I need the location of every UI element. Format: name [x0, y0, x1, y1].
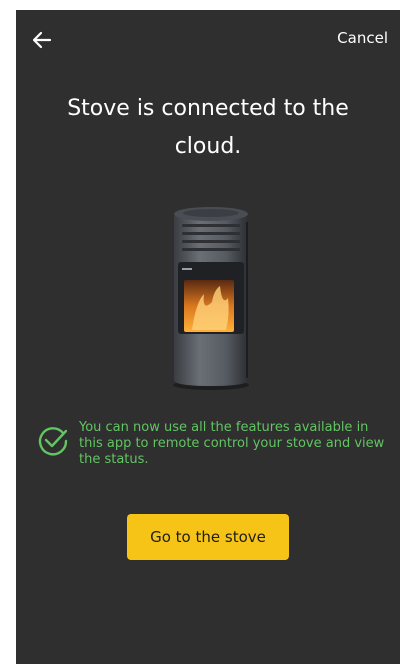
arrow-left-icon	[32, 31, 52, 49]
status-message: You can now use all the features availab…	[79, 420, 385, 467]
go-to-stove-button[interactable]: Go to the stove	[127, 514, 289, 560]
back-button[interactable]	[28, 26, 56, 54]
connection-status: You can now use all the features availab…	[36, 420, 386, 468]
stove-connected-screen: Cancel Stove is connected to the cloud.	[16, 10, 400, 664]
check-circle-icon	[38, 427, 68, 456]
cancel-button[interactable]: Cancel	[337, 29, 388, 47]
stove-image	[173, 207, 249, 390]
page-title: Stove is connected to the cloud.	[67, 96, 349, 159]
